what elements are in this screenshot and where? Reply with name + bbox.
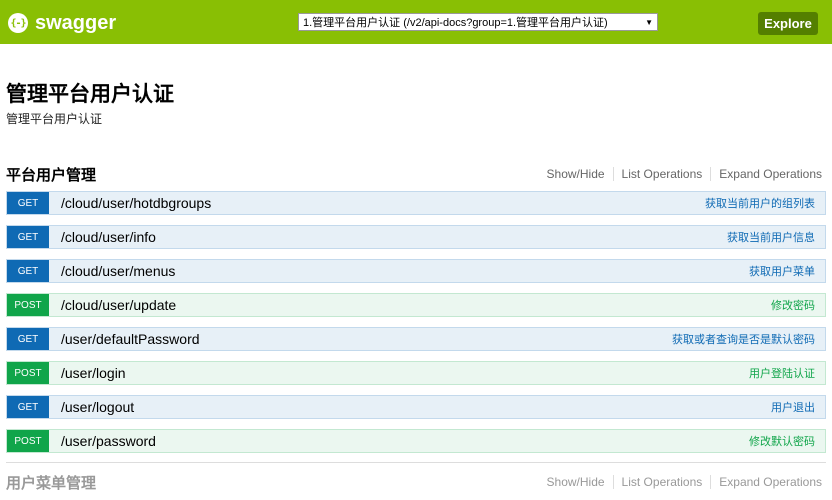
method-badge[interactable]: POST xyxy=(7,430,49,452)
method-badge[interactable]: GET xyxy=(7,328,49,350)
operation-summary[interactable]: 修改默认密码 xyxy=(749,433,815,449)
method-badge[interactable]: GET xyxy=(7,192,49,214)
group-title[interactable]: 平台用户管理 xyxy=(6,164,96,185)
group-header-platform-user: 平台用户管理 Show/Hide List Operations Expand … xyxy=(6,164,826,184)
group-divider xyxy=(6,462,826,463)
api-title: 管理平台用户认证 xyxy=(6,83,174,106)
dropdown-arrow-icon: ▼ xyxy=(645,17,653,27)
method-badge[interactable]: POST xyxy=(7,362,49,384)
group-actions: Show/Hide List Operations Expand Operati… xyxy=(539,167,826,181)
operation-path[interactable]: /user/logout xyxy=(61,399,134,415)
operation-row[interactable]: GET/cloud/user/info 获取当前用户信息 xyxy=(6,225,826,249)
method-badge[interactable]: GET xyxy=(7,260,49,282)
swagger-logo[interactable]: {-} swagger xyxy=(8,10,116,36)
method-badge[interactable]: GET xyxy=(7,226,49,248)
operation-row[interactable]: GET/user/logout 用户退出 xyxy=(6,395,826,419)
operation-row[interactable]: GET/cloud/user/hotdbgroups 获取当前用户的组列表 xyxy=(6,191,826,215)
operation-summary[interactable]: 获取用户菜单 xyxy=(749,263,815,279)
operation-path[interactable]: /cloud/user/menus xyxy=(61,263,175,279)
operation-path[interactable]: /cloud/user/hotdbgroups xyxy=(61,195,211,211)
operation-row[interactable]: POST/user/password 修改默认密码 xyxy=(6,429,826,453)
group-title[interactable]: 用户菜单管理 xyxy=(6,472,96,493)
operation-summary[interactable]: 修改密码 xyxy=(771,297,815,313)
method-badge[interactable]: POST xyxy=(7,294,49,316)
operation-row[interactable]: POST/cloud/user/update 修改密码 xyxy=(6,293,826,317)
swagger-logo-text: swagger xyxy=(35,11,117,34)
operation-row[interactable]: GET/user/defaultPassword 获取或者查询是否是默认密码 xyxy=(6,327,826,351)
operation-row[interactable]: GET/cloud/user/menus 获取用户菜单 xyxy=(6,259,826,283)
operation-row[interactable]: POST/user/login 用户登陆认证 xyxy=(6,361,826,385)
swagger-logo-icon: {-} xyxy=(8,13,28,33)
list-operations-link[interactable]: List Operations xyxy=(614,475,712,489)
top-bar: {-} swagger 1.管理平台用户认证 (/v2/api-docs?gro… xyxy=(0,0,832,44)
explore-button[interactable]: Explore xyxy=(758,12,818,35)
operation-summary[interactable]: 用户登陆认证 xyxy=(749,365,815,381)
show-hide-link[interactable]: Show/Hide xyxy=(539,167,614,181)
operation-path[interactable]: /user/password xyxy=(61,433,156,449)
operation-path[interactable]: /cloud/user/update xyxy=(61,297,176,313)
api-description: 管理平台用户认证 xyxy=(6,112,103,126)
expand-operations-link[interactable]: Expand Operations xyxy=(711,167,826,181)
list-operations-link[interactable]: List Operations xyxy=(614,167,712,181)
operation-path[interactable]: /user/login xyxy=(61,365,126,381)
group-actions: Show/Hide List Operations Expand Operati… xyxy=(539,475,826,489)
group-header-user-menu: 用户菜单管理 Show/Hide List Operations Expand … xyxy=(6,472,826,492)
operation-path[interactable]: /cloud/user/info xyxy=(61,229,156,245)
expand-operations-link[interactable]: Expand Operations xyxy=(711,475,826,489)
operation-summary[interactable]: 获取当前用户的组列表 xyxy=(705,195,815,211)
operation-path[interactable]: /user/defaultPassword xyxy=(61,331,200,347)
show-hide-link[interactable]: Show/Hide xyxy=(539,475,614,489)
operation-summary[interactable]: 用户退出 xyxy=(771,399,815,415)
operation-summary[interactable]: 获取或者查询是否是默认密码 xyxy=(672,331,815,347)
spec-select-value: 1.管理平台用户认证 (/v2/api-docs?group=1.管理平台用户认… xyxy=(303,17,608,29)
spec-select[interactable]: 1.管理平台用户认证 (/v2/api-docs?group=1.管理平台用户认… xyxy=(298,13,658,31)
method-badge[interactable]: GET xyxy=(7,396,49,418)
operation-summary[interactable]: 获取当前用户信息 xyxy=(727,229,815,245)
